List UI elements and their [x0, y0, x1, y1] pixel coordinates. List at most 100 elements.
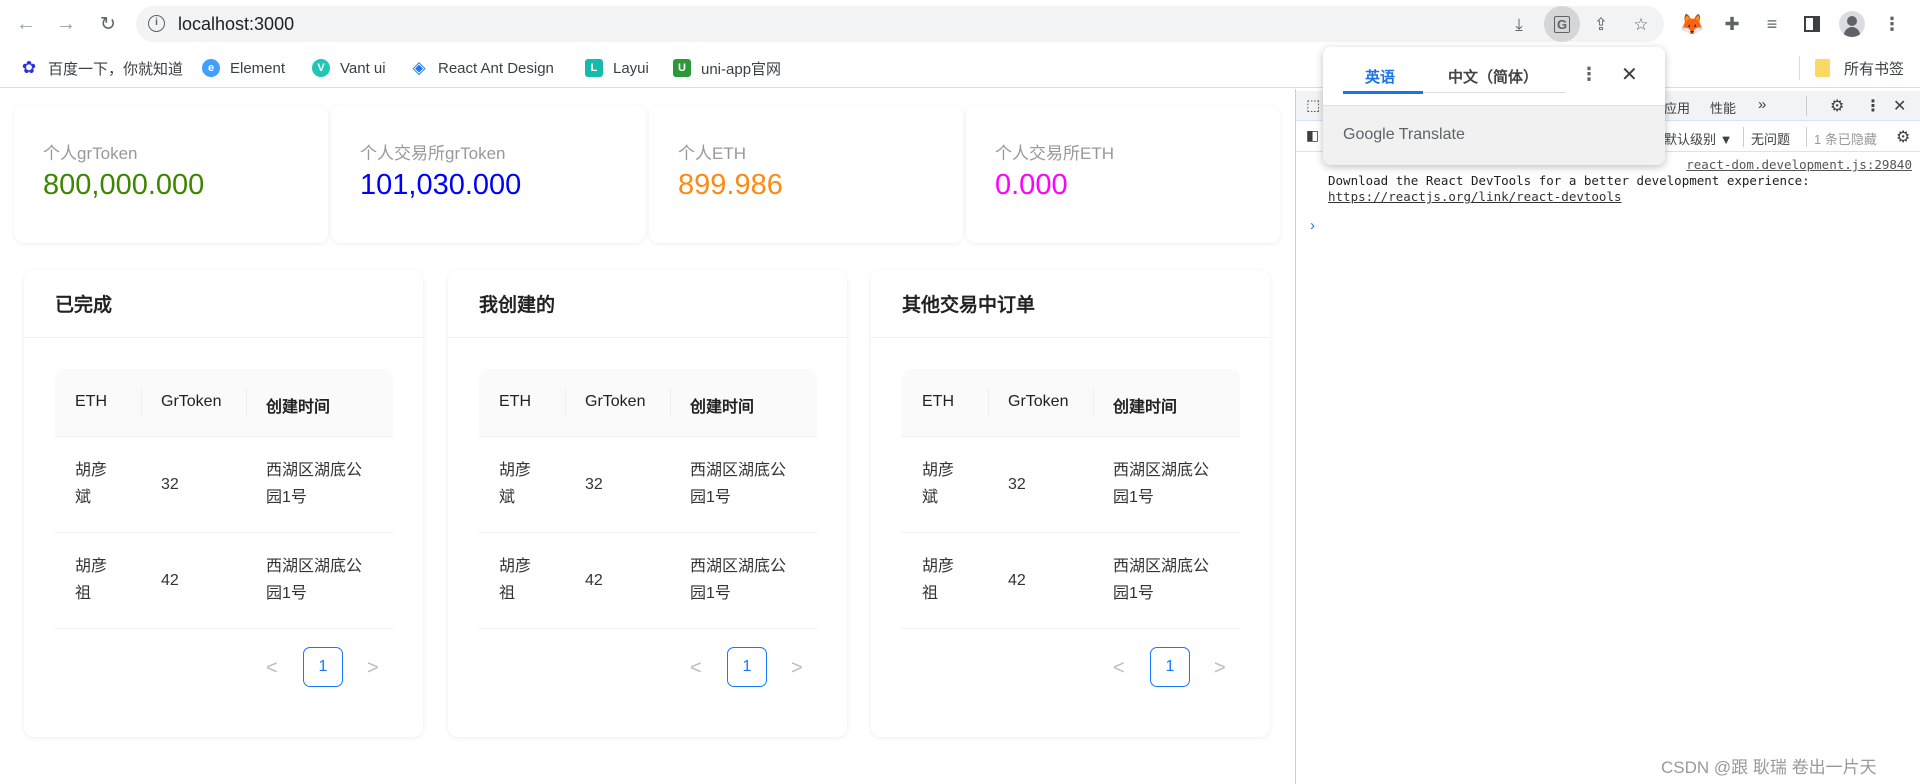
more-tabs-icon[interactable]: » [1758, 96, 1766, 113]
google-translate-logo: Google Translate [1343, 126, 1465, 143]
table-header: ETH GrToken 创建时间 [902, 369, 1240, 437]
bookmark-star-icon[interactable]: ☆ [1628, 12, 1654, 38]
bookmark-label: React Ant Design [438, 59, 554, 77]
table-card-completed: 已完成 ETH GrToken 创建时间 胡彦 斌 32 西湖区湖底公 园1号 … [24, 270, 423, 737]
all-bookmarks-folder[interactable]: 所有书签 [1815, 58, 1904, 78]
stat-card-exchange-grtoken: 个人交易所grToken 101,030.000 [331, 105, 645, 243]
table-header: ETH GrToken 创建时间 [479, 369, 817, 437]
close-icon[interactable]: ✕ [1621, 62, 1638, 87]
page-1-button[interactable]: 1 [1150, 647, 1190, 687]
page-1-button[interactable]: 1 [303, 647, 343, 687]
extensions-icon[interactable]: ✚ [1718, 10, 1746, 38]
column-header-created-time[interactable]: 创建时间 [1113, 393, 1177, 417]
column-header-grtoken[interactable]: GrToken [1008, 393, 1068, 411]
forward-button[interactable]: → [52, 10, 80, 38]
install-icon[interactable]: ⤓ [1506, 12, 1532, 38]
column-header-created-time[interactable]: 创建时间 [690, 393, 754, 417]
column-divider [1093, 389, 1094, 417]
translate-footer: Google Translate [1323, 105, 1665, 165]
sidebar-toggle-icon[interactable]: ◧ [1306, 127, 1319, 144]
element-icon: e [202, 59, 220, 77]
bookmarks-divider [1799, 56, 1800, 80]
next-page-button[interactable]: > [367, 657, 379, 680]
column-header-grtoken[interactable]: GrToken [585, 393, 645, 411]
react-devtools-link[interactable]: https://reactjs.org/link/react-devtools [1328, 189, 1622, 204]
layui-icon: L [585, 59, 603, 77]
cell-created-time: 西湖区湖底公 园1号 [690, 462, 787, 506]
tab-source-language[interactable]: 英语 [1365, 66, 1395, 87]
orders-table: ETH GrToken 创建时间 胡彦 斌 32 西湖区湖底公 园1号 胡彦 祖… [902, 369, 1240, 629]
page-1-button[interactable]: 1 [727, 647, 767, 687]
cell-eth: 胡彦 祖 [922, 558, 955, 602]
menu-icon[interactable]: ⋮ [1878, 10, 1906, 38]
orders-table: ETH GrToken 创建时间 胡彦 斌 32 西湖区湖底公 园1号 胡彦 祖… [479, 369, 817, 629]
bookmark-uniapp[interactable]: U uni-app官网 [673, 58, 781, 78]
metamask-extension-icon[interactable]: 🦊 [1678, 10, 1706, 38]
bookmark-label: Element [230, 59, 286, 77]
profile-avatar[interactable] [1839, 11, 1865, 37]
table-row: 胡彦 祖 42 西湖区湖底公 园1号 [902, 533, 1240, 629]
prev-page-button[interactable]: < [1113, 657, 1125, 680]
issues-button[interactable]: 无问题 [1751, 129, 1790, 148]
stat-value: 899.986 [678, 169, 783, 201]
column-header-created-time[interactable]: 创建时间 [266, 393, 330, 417]
column-header-eth[interactable]: ETH [922, 393, 954, 411]
stat-label: 个人交易所ETH [995, 144, 1114, 163]
next-page-button[interactable]: > [1214, 657, 1226, 680]
address-bar[interactable]: i localhost:3000 ⤓ G ⇪ ☆ [136, 6, 1664, 42]
site-info-icon[interactable]: i [148, 15, 165, 32]
cell-eth: 胡彦 斌 [922, 462, 955, 506]
column-header-eth[interactable]: ETH [75, 393, 107, 411]
reload-icon: ↻ [100, 13, 116, 35]
table-card-other-trading-orders: 其他交易中订单 ETH GrToken 创建时间 胡彦 斌 32 西湖区湖底公 … [871, 270, 1270, 737]
share-icon[interactable]: ⇪ [1588, 12, 1614, 38]
back-button[interactable]: ← [12, 10, 40, 38]
cell-grtoken: 42 [1008, 572, 1026, 589]
close-devtools-icon[interactable]: ✕ [1893, 96, 1906, 116]
stat-label: 个人ETH [678, 144, 746, 163]
column-header-eth[interactable]: ETH [499, 393, 531, 411]
table-header: ETH GrToken 创建时间 [55, 369, 393, 437]
bookmark-vant[interactable]: V Vant ui [312, 58, 386, 78]
bookmark-ant-design[interactable]: ◈ React Ant Design [410, 58, 554, 78]
prev-page-button[interactable]: < [690, 657, 702, 680]
prev-page-button[interactable]: < [266, 657, 278, 680]
devtools-tab-application[interactable]: 应用 [1664, 98, 1690, 117]
tab-target-language[interactable]: 中文（简体） [1448, 66, 1538, 87]
card-title: 其他交易中订单 [871, 270, 1270, 338]
inspect-element-icon[interactable]: ⬚ [1306, 96, 1320, 114]
console-prompt[interactable]: › [1310, 217, 1315, 234]
column-divider [670, 389, 671, 417]
bookmark-layui[interactable]: L Layui [585, 58, 649, 78]
translate-popup: 英语 中文（简体） ⋮ ✕ Google Translate [1323, 47, 1665, 165]
page-content: 个人grToken 800,000.000 个人交易所grToken 101,0… [0, 89, 1295, 784]
pagination: < 1 > [24, 647, 423, 687]
card-title: 我创建的 [448, 270, 847, 338]
log-level-dropdown[interactable]: 默认级别 ▼ [1664, 129, 1732, 148]
toolbar-divider [1806, 96, 1807, 116]
bookmark-baidu[interactable]: ✿ 百度一下，你就知道 [20, 58, 183, 78]
orders-table: ETH GrToken 创建时间 胡彦 斌 32 西湖区湖底公 园1号 胡彦 祖… [55, 369, 393, 629]
bookmark-label: Vant ui [340, 59, 386, 77]
translate-options-icon[interactable]: ⋮ [1580, 64, 1598, 85]
bookmark-label: 百度一下，你就知道 [48, 60, 184, 78]
arrow-left-icon: ← [16, 12, 36, 35]
settings-icon[interactable]: ⚙ [1830, 96, 1844, 116]
next-page-button[interactable]: > [791, 657, 803, 680]
url-text[interactable]: localhost:3000 [178, 14, 294, 35]
reading-list-icon[interactable]: ≡ [1758, 10, 1786, 38]
bookmark-element[interactable]: e Element [202, 58, 285, 78]
cell-eth: 胡彦 斌 [75, 462, 108, 506]
console-settings-icon[interactable]: ⚙ [1896, 127, 1910, 147]
translate-icon[interactable]: G [1544, 6, 1580, 42]
all-bookmarks-label: 所有书签 [1844, 60, 1905, 78]
reload-button[interactable]: ↻ [94, 10, 122, 38]
toolbar-divider [1806, 127, 1807, 147]
stat-card-exchange-eth: 个人交易所ETH 0.000 [966, 105, 1280, 243]
devtools-tab-performance[interactable]: 性能 [1710, 98, 1736, 117]
stat-value: 101,030.000 [360, 169, 522, 201]
more-options-icon[interactable]: ⋮ [1865, 96, 1881, 116]
column-header-grtoken[interactable]: GrToken [161, 393, 221, 411]
ant-design-icon: ◈ [412, 58, 426, 77]
side-panel-icon[interactable] [1798, 10, 1826, 38]
